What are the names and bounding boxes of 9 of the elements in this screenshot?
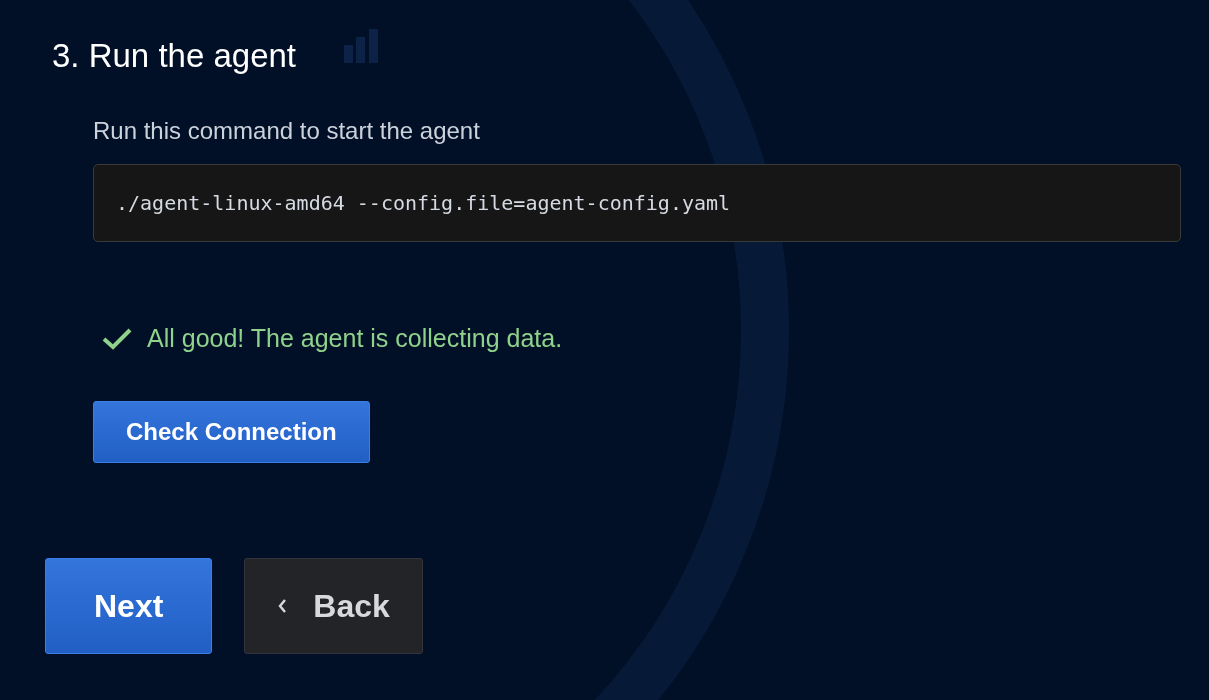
next-button[interactable]: Next (45, 557, 213, 654)
chevron-left-icon (277, 597, 288, 614)
step-title: 3. Run the agent (52, 36, 297, 76)
back-button[interactable]: Back (244, 557, 423, 654)
instruction-text: Run this command to start the agent (93, 116, 481, 146)
check-connection-button[interactable]: Check Connection (93, 400, 370, 463)
command-block: ./agent-linux-amd64 --config.file=agent-config.yaml (93, 164, 1181, 242)
bar-chart-icon (344, 29, 379, 63)
status-message: All good! The agent is collecting data. (147, 323, 563, 354)
